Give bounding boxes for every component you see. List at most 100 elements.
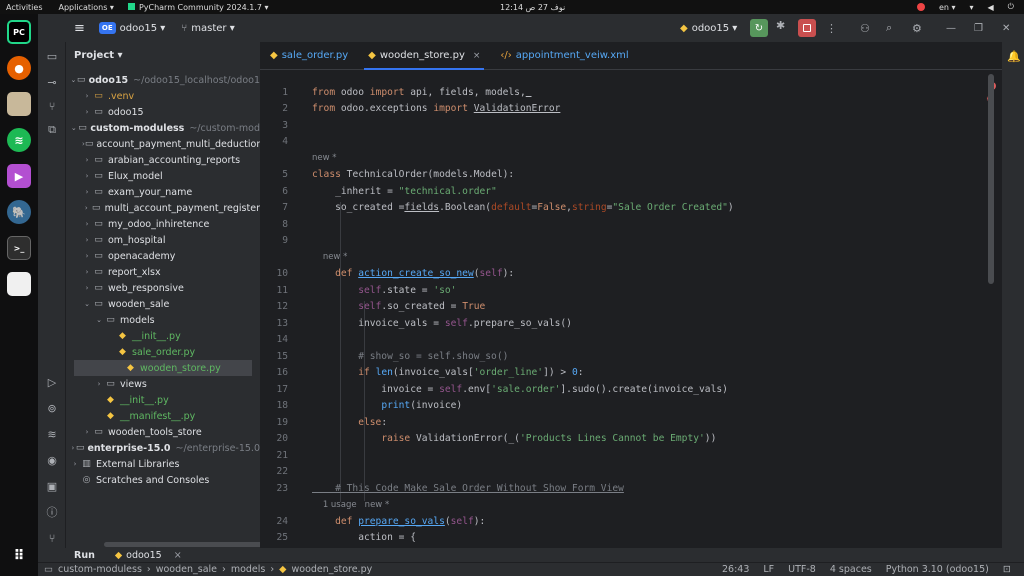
minimize-icon[interactable]: —	[946, 23, 956, 34]
terminal-icon[interactable]: >_	[7, 236, 31, 260]
language-selector[interactable]: en ▾	[939, 3, 956, 12]
tree-row[interactable]: › ▭ wooden_tools_store	[66, 424, 260, 440]
chrome-indicator-icon[interactable]	[916, 3, 925, 11]
debug-icon[interactable]: ✱	[776, 19, 785, 32]
code-line[interactable]: 9	[260, 233, 1024, 250]
run-config-selector[interactable]: ◆ odoo15 ▾	[680, 23, 737, 34]
tab-appointment-view[interactable]: ‹/› appointment_veiw.xml	[490, 42, 638, 70]
close-icon[interactable]: ✕	[1002, 23, 1010, 34]
tree-row[interactable]: › ▭ enterprise-15.0 ~/enterprise-15.0	[66, 440, 260, 456]
layers-icon[interactable]: ≋	[44, 426, 60, 442]
tree-row-selected[interactable]: ◆ wooden_store.py	[74, 360, 252, 376]
code-line[interactable]: 11 self.state = 'so'	[260, 282, 1024, 299]
problems-icon[interactable]: ⓘ	[44, 504, 60, 520]
tab-sale-order[interactable]: ◆ sale_order.py	[260, 42, 358, 70]
breadcrumb-item[interactable]: wooden_sale	[156, 564, 217, 575]
tree-row[interactable]: ◎ Scratches and Consoles	[66, 472, 260, 488]
code-line[interactable]: 21	[260, 447, 1024, 464]
tree-row[interactable]: › ▭ account_payment_multi_deduction	[66, 136, 260, 152]
code-line[interactable]: 13 invoice_vals = self.prepare_so_vals()	[260, 315, 1024, 332]
applications-menu[interactable]: Applications ▾	[59, 3, 114, 12]
more-actions-icon[interactable]: ⋮	[826, 22, 837, 35]
python-console-icon[interactable]: ⊚	[44, 400, 60, 416]
code-line[interactable]: 19 else:	[260, 414, 1024, 431]
pycharm-icon[interactable]: PC	[7, 20, 31, 44]
cursor-position[interactable]: 26:43	[722, 564, 749, 575]
code-line[interactable]: 8	[260, 216, 1024, 233]
main-menu-icon[interactable]: ≡	[74, 21, 85, 36]
code-line[interactable]: 22	[260, 464, 1024, 481]
tree-row[interactable]: ◆ sale_order.py	[66, 344, 260, 360]
code-line[interactable]: 2 from odoo.exceptions import ValidationE…	[260, 101, 1024, 118]
breadcrumb-item[interactable]: custom-moduless	[58, 564, 142, 575]
breadcrumb-item[interactable]: wooden_store.py	[291, 564, 372, 575]
rerun-button[interactable]: ↻	[750, 19, 768, 37]
search-icon[interactable]: ⌕	[886, 21, 892, 35]
tree-row[interactable]: › ▭ my_odoo_inhiretence	[66, 216, 260, 232]
tree-row[interactable]: › ▭ .venv	[66, 88, 260, 104]
code-line[interactable]: 7 so_created =fields.Boolean(default=Fal…	[260, 200, 1024, 217]
tree-row[interactable]: ◆ __init__.py	[66, 392, 260, 408]
structure-icon[interactable]: ⧉	[44, 122, 60, 138]
project-folder-icon[interactable]: ▭	[44, 48, 60, 64]
services-icon[interactable]: ◉	[44, 452, 60, 468]
files-icon[interactable]	[7, 92, 31, 116]
lock-icon[interactable]: ⊡	[1003, 564, 1011, 575]
code-line[interactable]: 14	[260, 332, 1024, 349]
clock[interactable]: 12:14 نوف 27 ص	[500, 3, 565, 12]
notifications-icon[interactable]: 🔔	[1007, 50, 1021, 63]
code-vision-hint[interactable]: new *	[260, 249, 1024, 266]
run-tab[interactable]: ◆ odoo15 ×	[115, 550, 182, 561]
tree-row[interactable]: › ▭ multi_account_payment_register	[66, 200, 260, 216]
code-line[interactable]: 23 # This Code Make Sale Order Without S…	[260, 480, 1024, 497]
add-user-icon[interactable]: ⚇	[860, 22, 870, 35]
maximize-icon[interactable]: ❐	[974, 23, 983, 34]
project-panel-title[interactable]: Project ▾	[66, 42, 260, 68]
code-line[interactable]: 24 def prepare_so_vals(self):	[260, 513, 1024, 530]
tree-row[interactable]: ⌄ ▭ custom-moduless ~/custom-mod	[66, 120, 260, 136]
code-line[interactable]: 3	[260, 117, 1024, 134]
power-icon[interactable]: ⏻	[1008, 2, 1014, 12]
file-encoding[interactable]: UTF-8	[788, 564, 816, 575]
project-horizontal-scrollbar[interactable]	[104, 542, 270, 547]
run-panel-title[interactable]: Run	[74, 550, 95, 561]
git-icon[interactable]: ⑂	[44, 530, 60, 546]
line-separator[interactable]: LF	[763, 564, 774, 575]
code-line[interactable]: 17 invoice = self.env['sale.order'].sudo…	[260, 381, 1024, 398]
tree-row[interactable]: ◆ __manifest__.py	[66, 408, 260, 424]
tree-row[interactable]: › ▭ om_hospital	[66, 232, 260, 248]
code-line[interactable]: 4	[260, 134, 1024, 151]
media-player-icon[interactable]: ▶	[7, 164, 31, 188]
code-line[interactable]: 10 def action_create_so_new(self):	[260, 266, 1024, 283]
stop-button[interactable]	[798, 19, 816, 37]
code-line[interactable]: 6 _inherit = "technical.order"	[260, 183, 1024, 200]
tree-row[interactable]: › ▭ openacademy	[66, 248, 260, 264]
run-tool-icon[interactable]: ▷	[44, 374, 60, 390]
firefox-icon[interactable]: ●	[7, 56, 31, 80]
settings-gear-icon[interactable]: ⚙	[912, 22, 922, 35]
tree-row[interactable]: › ▭ views	[66, 376, 260, 392]
tree-row[interactable]: › ▭ exam_your_name	[66, 184, 260, 200]
terminal-tool-icon[interactable]: ▣	[44, 478, 60, 494]
tree-row[interactable]: › ▭ odoo15	[66, 104, 260, 120]
tree-row[interactable]: › ▭ Elux_model	[66, 168, 260, 184]
code-vision-hint[interactable]: 1 usage new *	[260, 497, 1024, 514]
code-line[interactable]: 1 from odoo import api, fields, models,	[260, 84, 1024, 101]
spotify-icon[interactable]: ≋	[7, 128, 31, 152]
show-apps-icon[interactable]: ⠿	[7, 544, 31, 568]
wifi-icon[interactable]: ▾	[970, 3, 974, 12]
tree-row[interactable]: › ▭ arabian_accounting_reports	[66, 152, 260, 168]
code-line[interactable]: 20 raise ValidationError(_('Products Lin…	[260, 431, 1024, 448]
app-menu[interactable]: PyCharm Community 2024.1.7 ▾	[127, 2, 269, 12]
code-line[interactable]: 15 # show_so = self.show_so()	[260, 348, 1024, 365]
tree-row[interactable]: ⌄ ▭ odoo15 ~/odoo15_localhost/odoo1	[66, 72, 260, 88]
tab-wooden-store[interactable]: ◆ wooden_store.py ×	[358, 42, 490, 70]
tree-row[interactable]: › ▭ report_xlsx	[66, 264, 260, 280]
volume-icon[interactable]: ◀	[988, 3, 994, 12]
postgresql-icon[interactable]: 🐘	[7, 200, 31, 224]
tree-row[interactable]: › ▭ web_responsive	[66, 280, 260, 296]
code-line[interactable]: 16 if len(invoice_vals['order_line']) > …	[260, 365, 1024, 382]
code-line[interactable]: 5 class TechnicalOrder(models.Model):	[260, 167, 1024, 184]
run-tab-close-icon[interactable]: ×	[174, 550, 182, 561]
project-switcher[interactable]: OE odoo15 ▾	[98, 22, 165, 34]
